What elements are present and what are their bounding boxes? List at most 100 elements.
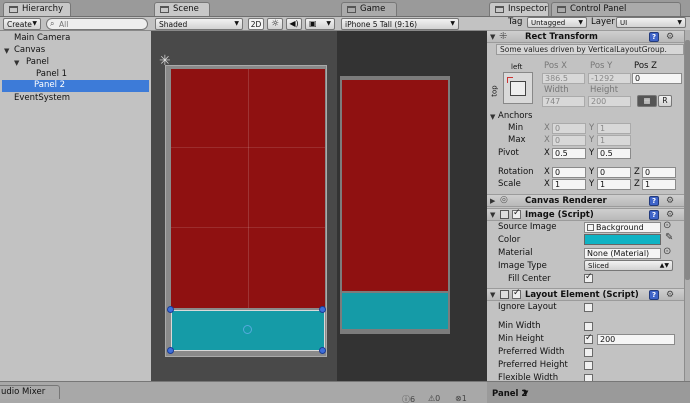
resize-handle-br[interactable] [319,347,326,354]
hier-item-main-camera[interactable]: Main Camera [12,33,70,45]
height-field[interactable]: 200 [588,96,631,107]
anchor-preset-button[interactable] [503,72,533,104]
tab-game[interactable]: Game [341,2,397,16]
help-icon[interactable]: ? [649,290,659,300]
expand-arrow-icon[interactable]: ▶ [490,197,495,205]
preferred-width-checkbox[interactable] [584,348,593,357]
tab-scene[interactable]: Scene [154,2,210,16]
inspector-scrollbar[interactable] [684,30,690,381]
source-image-field[interactable]: Background [584,222,661,233]
console-warning-icon[interactable]: ⚠0 [428,394,440,403]
sun-icon[interactable]: ☼ [267,18,283,30]
rotation-y-field[interactable]: 0 [597,167,631,178]
expand-arrow-icon[interactable]: ▼ [4,47,9,55]
console-error-icon[interactable]: ⊗1 [455,394,467,403]
hier-item-canvas[interactable]: Canvas [12,45,45,57]
min-x-field[interactable]: 0 [552,123,586,134]
expand-arrow-icon[interactable]: ▼ [490,113,495,121]
pivot-y-field[interactable]: 0.5 [597,148,631,159]
console-info-icon[interactable]: ⓘ6 [402,394,415,403]
inspector-scroll-thumb[interactable] [685,40,690,280]
speaker-icon[interactable]: ◀) [286,18,302,30]
blueprint-mode-button[interactable]: ▦ [637,95,657,107]
help-icon[interactable]: ? [649,210,659,220]
expand-arrow-icon[interactable]: ▼ [490,211,495,219]
create-dropdown[interactable]: Create ▼ [3,18,41,30]
pos-x-field[interactable]: 386.5 [542,73,585,84]
min-height-field[interactable]: 200 [597,334,675,345]
object-picker-icon[interactable]: ⊙ [663,220,671,231]
min-height-checkbox[interactable] [584,333,593,344]
hierarchy-tabbar: Hierarchy [0,0,151,17]
flexible-width-checkbox[interactable] [584,374,593,381]
hierarchy-search[interactable]: ⌕ [46,18,148,30]
panel-2-teal[interactable] [171,310,325,351]
max-x-field[interactable]: 0 [552,135,586,146]
gear-icon[interactable]: ⚙ [665,210,675,220]
raw-edit-button[interactable]: R [658,95,672,107]
gear-icon[interactable]: ⚙ [665,196,675,206]
tab-hierarchy-label: Hierarchy [22,4,64,14]
scene-viewport[interactable]: ✳ [151,31,337,381]
ignore-layout-checkbox[interactable] [584,303,593,312]
expand-arrow-icon[interactable]: ▼ [490,291,495,299]
expand-arrow-icon[interactable]: ▼ [14,59,19,67]
hier-item-eventsystem[interactable]: EventSystem [12,93,70,105]
height-label: Height [590,85,619,95]
expand-arrow-icon[interactable]: ▼ [490,33,495,41]
hier-item-panel[interactable]: Panel [24,57,49,69]
fill-center-checkbox[interactable] [584,272,593,283]
preferred-height-checkbox[interactable] [584,361,593,370]
eyedropper-icon[interactable]: ✎ [665,232,673,243]
shading-dropdown[interactable]: Shaded ▼ [155,18,243,30]
pos-z-field[interactable]: 0 [632,73,682,84]
resize-handle-bl[interactable] [167,347,174,354]
color-swatch[interactable] [584,234,661,245]
help-icon[interactable]: ? [649,196,659,206]
tab-audio-mixer[interactable]: udio Mixer [0,385,60,399]
min-y-field[interactable]: 1 [597,123,631,134]
image-script-header[interactable]: ▼ Image (Script) ? ⚙ [487,208,684,221]
pivot-icon[interactable] [243,325,252,334]
min-width-checkbox[interactable] [584,322,593,331]
inspector-preview-bar[interactable]: Panel 2 ▼ [487,381,690,403]
max-y-field[interactable]: 1 [597,135,631,146]
caret-down-icon: ▼ [326,20,331,27]
panel-1-red[interactable] [171,69,325,308]
pivot-x-field[interactable]: 0.5 [552,148,586,159]
layout-enabled-checkbox[interactable] [512,288,521,299]
resize-handle-tr[interactable] [319,306,326,313]
object-picker-icon[interactable]: ⊙ [663,246,671,257]
resize-handle-tl[interactable] [167,306,174,313]
gear-icon[interactable]: ⚙ [665,290,675,300]
image-icon[interactable]: ▣ ▼ [305,18,335,30]
material-field[interactable]: None (Material) [584,248,661,259]
rotation-z-field[interactable]: 0 [642,167,676,178]
scale-z-field[interactable]: 1 [642,179,676,190]
aspect-dropdown[interactable]: iPhone 5 Tall (9:16) ▼ [341,18,459,30]
width-field[interactable]: 747 [542,96,585,107]
game-viewport[interactable] [337,31,487,381]
image-enabled-checkbox[interactable] [512,208,521,219]
anchor-flower-icon[interactable]: ✳ [159,53,171,69]
tag-dropdown[interactable]: Untagged ▼ [527,17,587,28]
scale-y-field[interactable]: 1 [597,179,631,190]
help-icon[interactable]: ? [649,32,659,42]
pos-y-field[interactable]: -1292 [588,73,631,84]
mode-2d-toggle[interactable]: 2D [248,18,264,30]
layout-element-header[interactable]: ▼ Layout Element (Script) ? ⚙ [487,288,684,301]
rotation-x-field[interactable]: 0 [552,167,586,178]
tab-control-panel[interactable]: Control Panel [551,2,681,16]
scale-x-field[interactable]: 1 [552,179,586,190]
source-image-value: Background [596,223,644,232]
tab-hierarchy[interactable]: Hierarchy [3,2,71,16]
inspector-body: Tag Untagged ▼ Layer UI ▼ ▼ ⁜ Rect Transfo… [487,17,690,381]
hier-item-panel-2[interactable]: Panel 2 [2,80,149,92]
gear-icon[interactable]: ⚙ [665,32,675,42]
canvas-renderer-header[interactable]: ▶ ◎ Canvas Renderer ? ⚙ [487,194,684,207]
layer-dropdown[interactable]: UI ▼ [616,17,686,28]
hierarchy-search-input[interactable] [59,19,143,29]
image-type-dropdown[interactable]: Sliced ▲▼ [584,260,673,271]
rect-transform-header[interactable]: ▼ ⁜ Rect Transform ? ⚙ [487,30,684,43]
tab-inspector[interactable]: Inspector [489,2,549,16]
